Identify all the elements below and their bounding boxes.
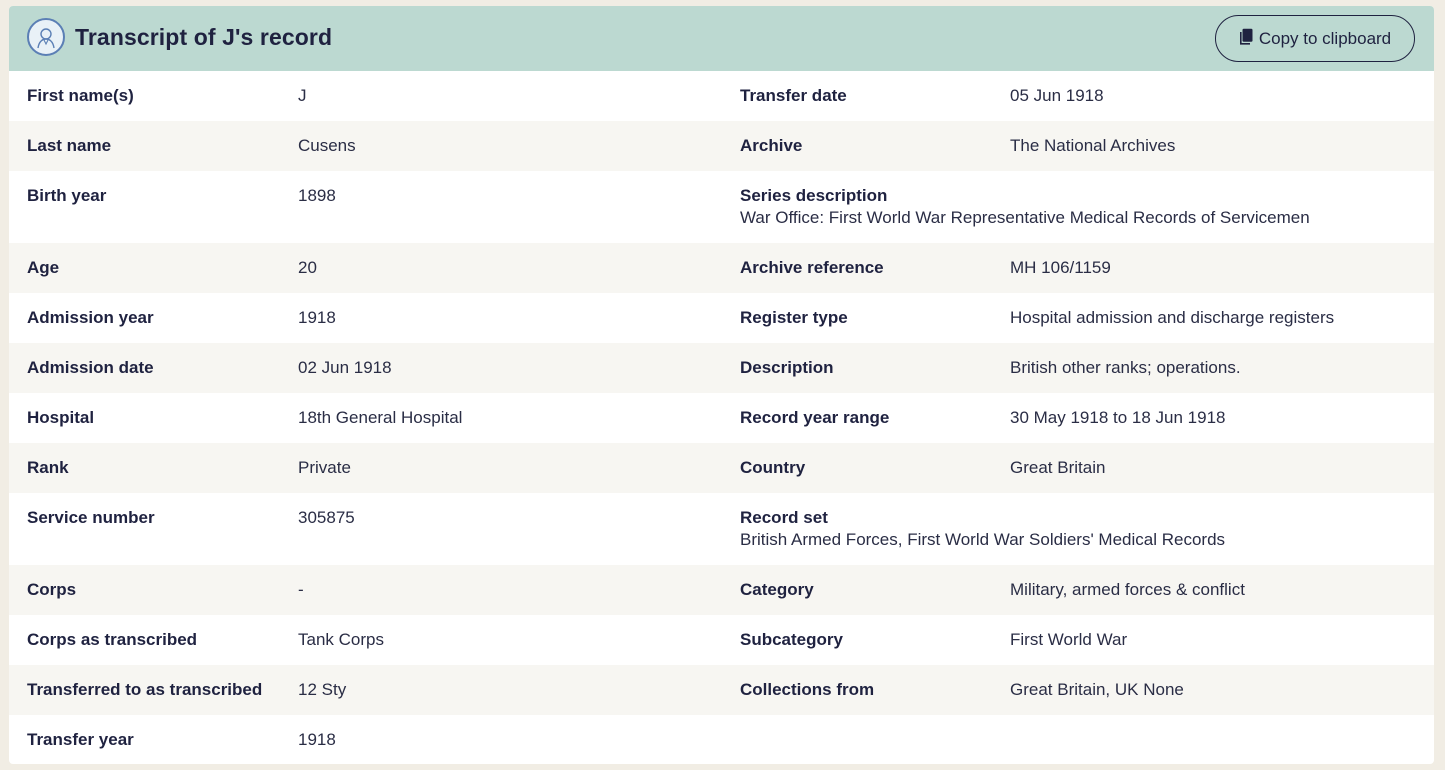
field-value: Private — [298, 458, 351, 477]
field-label: Archive reference — [740, 258, 884, 277]
field-label: Rank — [27, 458, 69, 477]
field-value: - — [298, 580, 304, 599]
clipboard-icon — [1239, 28, 1253, 50]
field-value: 05 Jun 1918 — [1010, 86, 1104, 105]
field-label: Admission year — [27, 308, 154, 327]
field-label: Record year range — [740, 408, 890, 427]
field-label: Archive — [740, 136, 803, 155]
table-row: Admission year 1918 Register type Hospital … — [9, 293, 1434, 343]
record-transcript-card: Transcript of J's record Copy to clipboa… — [9, 6, 1434, 764]
table-row: Corps as transcribed Tank Corps Subcategor… — [9, 615, 1434, 665]
field-value: War Office: First World War Representati… — [740, 208, 1310, 227]
table-row: Age 20 Archive reference MH 106/1159 — [9, 243, 1434, 293]
field-value: 30 May 1918 to 18 Jun 1918 — [1010, 408, 1226, 427]
field-value: The National Archives — [1010, 136, 1176, 155]
field-label: Transferred to as transcribed — [27, 680, 263, 699]
field-value: Cusens — [298, 136, 356, 155]
field-value: Military, armed forces & conflict — [1010, 580, 1245, 599]
field-value: First World War — [1010, 630, 1128, 649]
field-value: 02 Jun 1918 — [298, 358, 392, 377]
table-row: First name(s) J Transfer date 05 Jun 1918 — [9, 71, 1434, 121]
field-value: 18th General Hospital — [298, 408, 463, 427]
field-value: 305875 — [298, 508, 355, 527]
field-label: Series description — [740, 186, 888, 205]
field-label: Category — [740, 580, 814, 599]
field-label: Age — [27, 258, 60, 277]
copy-to-clipboard-button[interactable]: Copy to clipboard — [1215, 15, 1415, 62]
field-label: Record set — [740, 508, 828, 527]
field-label: Birth year — [27, 186, 107, 205]
field-value: Hospital admission and discharge registe… — [1010, 308, 1335, 327]
field-label: Last name — [27, 136, 112, 155]
field-label: Transfer date — [740, 86, 847, 105]
field-value: 1898 — [298, 186, 336, 205]
field-label: Collections from — [740, 680, 875, 699]
field-label: Transfer year — [27, 730, 134, 749]
table-row: Transferred to as transcribed 12 Sty Colle… — [9, 665, 1434, 715]
field-label: Hospital — [27, 408, 95, 427]
field-value: Great Britain, UK None — [1010, 680, 1184, 699]
field-label: Admission date — [27, 358, 154, 377]
field-value: British Armed Forces, First World War So… — [740, 530, 1226, 549]
field-value: Great Britain — [1010, 458, 1106, 477]
transcript-header: Transcript of J's record Copy to clipboa… — [9, 6, 1434, 71]
field-value: 20 — [298, 258, 317, 277]
table-row: Last name Cusens Archive The National Archi… — [9, 121, 1434, 171]
field-label: Country — [740, 458, 806, 477]
table-row: Transfer year 1918 — [9, 715, 1434, 764]
record-fields: First name(s) J Transfer date 05 Jun 1918 La… — [9, 71, 1434, 764]
field-value: MH 106/1159 — [1010, 258, 1111, 277]
table-row: Hospital 18th General Hospital Record year… — [9, 393, 1434, 443]
field-label: First name(s) — [27, 86, 134, 105]
table-row: Corps - Category Military, armed forces & c… — [9, 565, 1434, 615]
field-label: Description — [740, 358, 834, 377]
field-value: 12 Sty — [298, 680, 347, 699]
field-value: 1918 — [298, 730, 336, 749]
table-row: Admission date 02 Jun 1918 Description Brit… — [9, 343, 1434, 393]
field-label: Corps as transcribed — [27, 630, 198, 649]
field-label: Subcategory — [740, 630, 843, 649]
field-label: Register type — [740, 308, 848, 327]
field-value: Tank Corps — [298, 630, 384, 649]
copy-button-label: Copy to clipboard — [1258, 28, 1392, 48]
page-title: Transcript of J's record — [75, 24, 333, 50]
person-avatar-icon — [27, 18, 65, 56]
field-value: British other ranks; operations. — [1010, 358, 1241, 377]
table-row: Service number 305875 Record set British Ar… — [9, 493, 1434, 565]
table-row: Rank Private Country Great Britain — [9, 443, 1434, 493]
field-value: J — [298, 86, 307, 105]
field-label: Service number — [27, 508, 155, 527]
field-label: Corps — [27, 580, 77, 599]
table-row: Birth year 1898 Series description War Offi… — [9, 171, 1434, 243]
field-value: 1918 — [298, 308, 336, 327]
